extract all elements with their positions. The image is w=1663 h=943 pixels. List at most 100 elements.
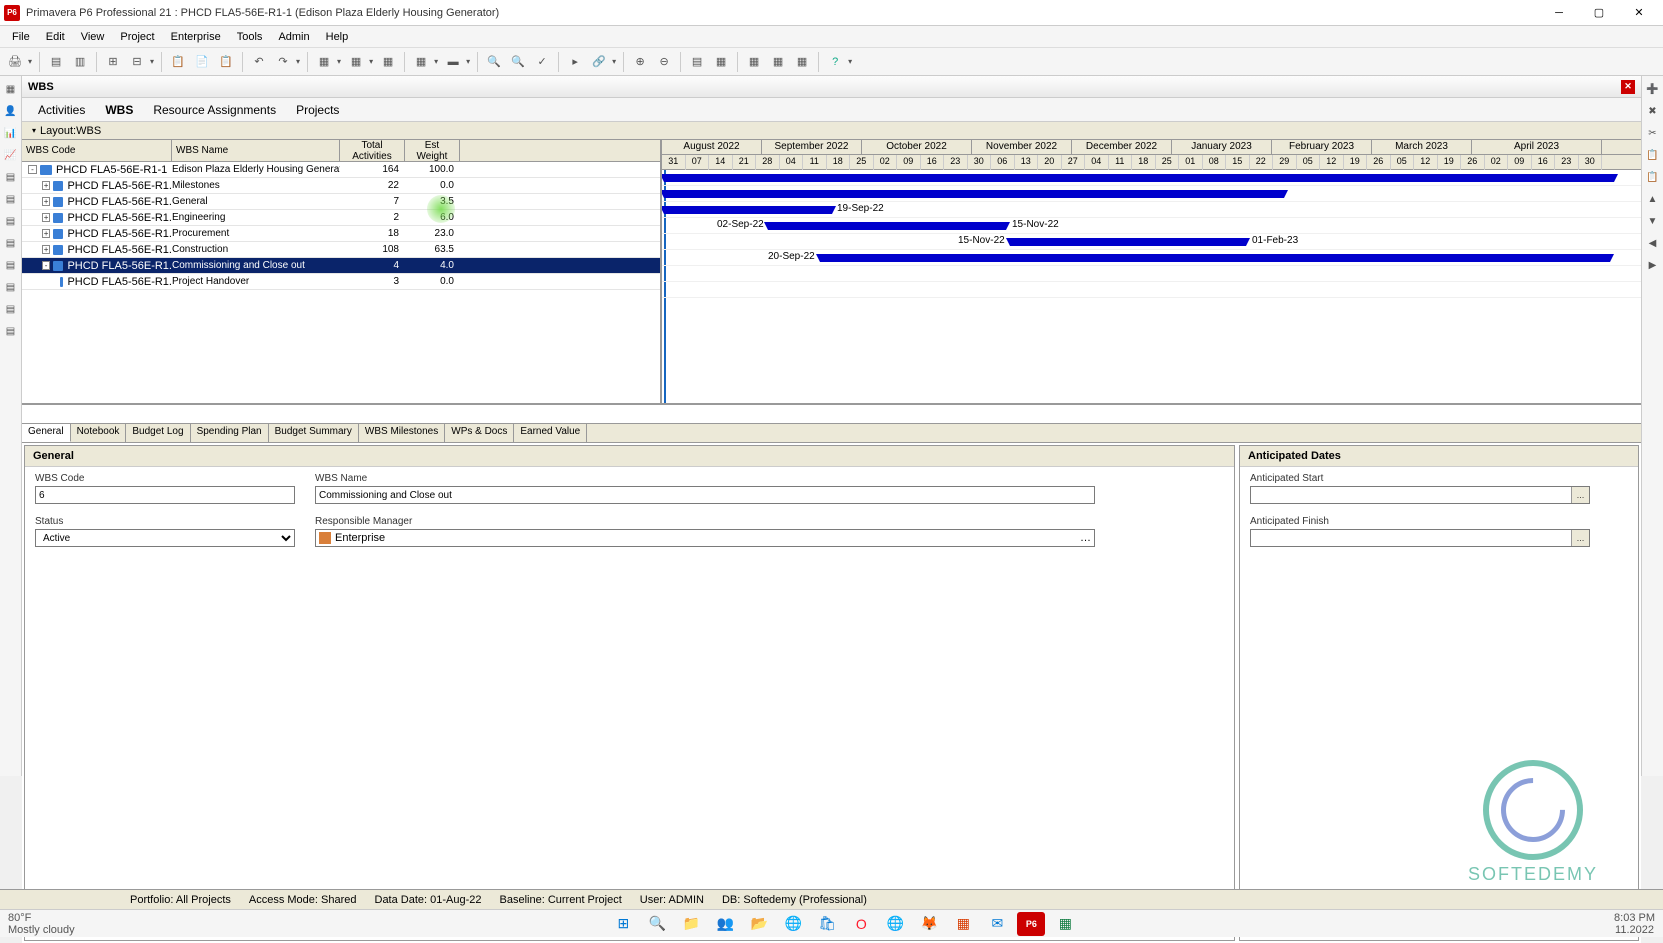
gantt-icon[interactable]: ▤	[686, 51, 708, 73]
table-row[interactable]: +PHCD FLA5-56E-R1. Procurement 18 23.0	[22, 226, 660, 242]
ant-finish-input[interactable]: …	[1250, 529, 1590, 547]
minimize-button[interactable]: ─	[1539, 1, 1579, 25]
undo-icon[interactable]: ↶	[248, 51, 270, 73]
table-row[interactable]: -PHCD FLA5-56E-R1. Commissioning and Clo…	[22, 258, 660, 274]
projects-icon[interactable]: ▦	[2, 80, 20, 98]
resources-icon[interactable]: 👤	[2, 102, 20, 120]
gantt-bar[interactable]	[820, 254, 1610, 262]
wbs-code-input[interactable]	[35, 486, 295, 504]
tree-toggle[interactable]: -	[42, 261, 50, 270]
dropdown-icon[interactable]: ▾	[846, 57, 854, 66]
status-select[interactable]: Active	[35, 529, 295, 547]
menu-project[interactable]: Project	[112, 28, 162, 46]
firefox-icon[interactable]: 🦊	[915, 912, 943, 936]
edge-icon[interactable]: 🌐	[779, 912, 807, 936]
dropdown-icon[interactable]: ▾	[464, 57, 472, 66]
menu-enterprise[interactable]: Enterprise	[163, 28, 229, 46]
dtab-budget-summary[interactable]: Budget Summary	[269, 424, 359, 442]
col-wbs-name[interactable]: WBS Name	[172, 140, 340, 161]
tab-activities[interactable]: Activities	[28, 99, 95, 121]
layout-bar[interactable]: ▾ Layout:WBS	[22, 122, 1641, 140]
view1-icon[interactable]: ▦	[743, 51, 765, 73]
ant-start-field[interactable]	[1251, 487, 1571, 503]
dtab-earned-value[interactable]: Earned Value	[514, 424, 587, 442]
menu-file[interactable]: File	[4, 28, 38, 46]
tracking-icon[interactable]: 📈	[2, 146, 20, 164]
gantt-bar[interactable]	[664, 190, 1284, 198]
layout-dropdown-icon[interactable]: ▾	[32, 126, 36, 135]
dropdown-icon[interactable]: ▾	[432, 57, 440, 66]
ant-start-input[interactable]: …	[1250, 486, 1590, 504]
menu-edit[interactable]: Edit	[38, 28, 73, 46]
tree-toggle[interactable]: +	[42, 213, 50, 222]
gantt-chart[interactable]: August 2022September 2022October 2022Nov…	[662, 140, 1641, 403]
wbs-name-input[interactable]	[315, 486, 1095, 504]
table-row[interactable]: -PHCD FLA5-56E-R1-1 Edison Plaza Elderly…	[22, 162, 660, 178]
zoom-in-icon[interactable]: ⊕	[629, 51, 651, 73]
gantt-body[interactable]: 19-Sep-2202-Sep-2215-Nov-2215-Nov-2201-F…	[662, 170, 1641, 403]
menu-view[interactable]: View	[73, 28, 113, 46]
search-icon[interactable]: 🔍	[643, 912, 671, 936]
schedule-icon[interactable]: 📋	[167, 51, 189, 73]
risks-icon[interactable]: ▤	[2, 322, 20, 340]
bars-icon[interactable]: ▬	[442, 51, 464, 73]
table-row[interactable]: PHCD FLA5-56E-R1. Project Handover 3 0.0	[22, 274, 660, 290]
files-icon[interactable]: 📂	[745, 912, 773, 936]
wbs-icon[interactable]: ▤	[2, 168, 20, 186]
panel-close-button[interactable]: ✕	[1621, 80, 1635, 94]
table-row[interactable]: +PHCD FLA5-56E-R1. Milestones 22 0.0	[22, 178, 660, 194]
tree-toggle[interactable]: +	[42, 181, 50, 190]
right-icon[interactable]: ▶	[1644, 256, 1662, 274]
progress-icon[interactable]: ▸	[564, 51, 586, 73]
view2-icon[interactable]: ▦	[767, 51, 789, 73]
help-icon[interactable]: ?	[824, 51, 846, 73]
dtab-spending-plan[interactable]: Spending Plan	[191, 424, 269, 442]
add-icon[interactable]: ➕	[1644, 80, 1662, 98]
menu-admin[interactable]: Admin	[270, 28, 317, 46]
zoom-out-icon[interactable]: ⊖	[653, 51, 675, 73]
redo-icon[interactable]: ↷	[272, 51, 294, 73]
left-icon[interactable]: ◀	[1644, 234, 1662, 252]
up-icon[interactable]: ▲	[1644, 190, 1662, 208]
delete-icon[interactable]: ✖	[1644, 102, 1662, 120]
app1-icon[interactable]: ▦	[949, 912, 977, 936]
browse-icon[interactable]: …	[1080, 532, 1091, 544]
resp-mgr-field[interactable]: Enterprise …	[315, 529, 1095, 547]
tab-wbs[interactable]: WBS	[95, 99, 143, 121]
dropdown-icon[interactable]: ▾	[294, 57, 302, 66]
link-icon[interactable]: 🔗	[588, 51, 610, 73]
print-icon[interactable]: 🖨	[4, 51, 26, 73]
menu-help[interactable]: Help	[318, 28, 357, 46]
view3-icon[interactable]: ▦	[791, 51, 813, 73]
calendar-icon[interactable]: …	[1571, 487, 1589, 503]
expand-icon[interactable]: ⊞	[102, 51, 124, 73]
tree-toggle[interactable]: +	[42, 245, 50, 254]
col-est-weight[interactable]: Est Weight	[405, 140, 460, 161]
gantt-bar[interactable]	[1010, 238, 1246, 246]
dtab-budget-log[interactable]: Budget Log	[126, 424, 190, 442]
outlook-icon[interactable]: ✉	[983, 912, 1011, 936]
store-icon[interactable]: 🛍	[813, 912, 841, 936]
close-button[interactable]: ✕	[1619, 1, 1659, 25]
group-icon[interactable]: ▦	[345, 51, 367, 73]
dropdown-icon[interactable]: ▾	[335, 57, 343, 66]
p6-icon[interactable]: P6	[1017, 912, 1045, 936]
col-total-activities[interactable]: Total Activities	[340, 140, 405, 161]
system-tray[interactable]: 8:03 PM 11.2022	[1606, 912, 1663, 936]
chrome-icon[interactable]: 🌐	[881, 912, 909, 936]
wps-icon[interactable]: ▤	[2, 234, 20, 252]
expenses-icon[interactable]: ▤	[2, 256, 20, 274]
dropdown-icon[interactable]: ▾	[610, 57, 618, 66]
paste-icon[interactable]: 📋	[215, 51, 237, 73]
table-row[interactable]: +PHCD FLA5-56E-R1. Engineering 2 6.0	[22, 210, 660, 226]
weather-widget[interactable]: 80°F Mostly cloudy	[0, 912, 83, 936]
issues-icon[interactable]: ▤	[2, 300, 20, 318]
table-icon[interactable]: ▦	[710, 51, 732, 73]
cut-icon[interactable]: ✂	[1644, 124, 1662, 142]
calendar-icon[interactable]: …	[1571, 530, 1589, 546]
dropdown-icon[interactable]: ▾	[367, 57, 375, 66]
table-row[interactable]: +PHCD FLA5-56E-R1. Construction 108 63.5	[22, 242, 660, 258]
menu-tools[interactable]: Tools	[229, 28, 271, 46]
copy-icon[interactable]: 📄	[191, 51, 213, 73]
tab-projects[interactable]: Projects	[286, 99, 349, 121]
